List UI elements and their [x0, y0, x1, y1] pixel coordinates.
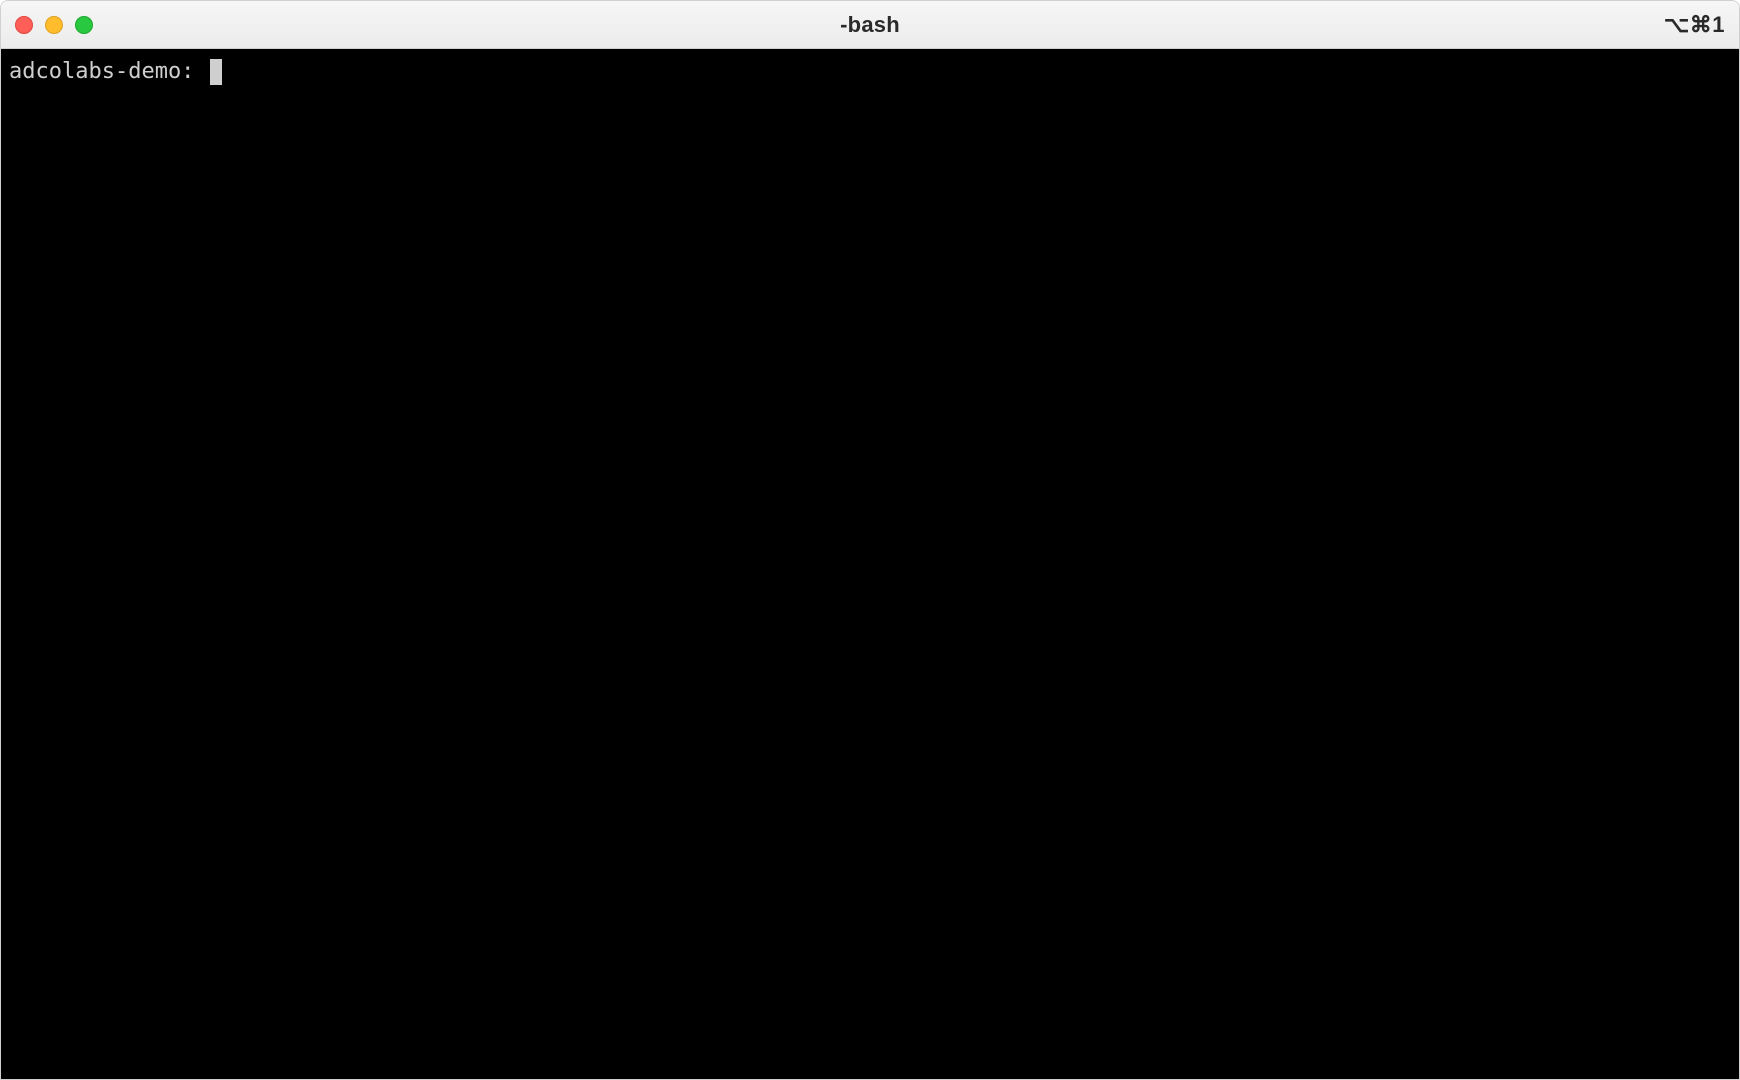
terminal-window: -bash ⌥⌘1 adcolabs-demo:: [0, 0, 1740, 1080]
window-title: -bash: [840, 12, 900, 38]
minimize-button[interactable]: [45, 16, 63, 34]
cursor-icon: [210, 59, 222, 85]
traffic-lights: [15, 16, 93, 34]
prompt-line: adcolabs-demo:: [9, 57, 1731, 88]
terminal-body[interactable]: adcolabs-demo:: [1, 49, 1739, 1079]
titlebar[interactable]: -bash ⌥⌘1: [1, 1, 1739, 49]
maximize-button[interactable]: [75, 16, 93, 34]
close-button[interactable]: [15, 16, 33, 34]
shortcut-badge: ⌥⌘1: [1664, 12, 1725, 38]
prompt-text: adcolabs-demo:: [9, 57, 208, 88]
